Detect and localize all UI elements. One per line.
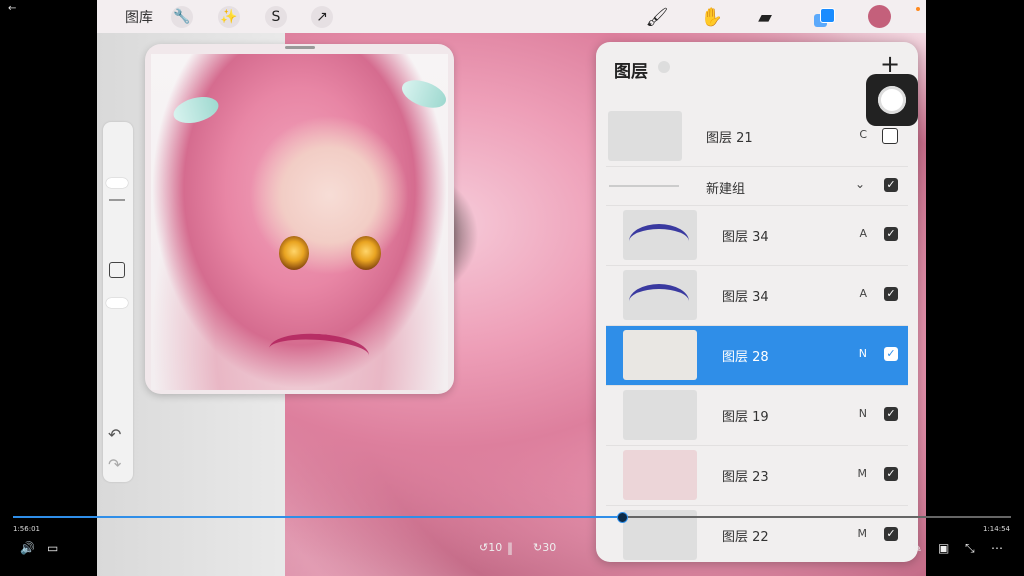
layer-name: 图层 21 — [706, 131, 753, 146]
layers-panel: 图层 + 图层 21 C 新建组 ⌄ ✓ 图层 34 A ✓ 图层 34 A ✓ — [596, 42, 918, 562]
layer-name: 图层 19 — [722, 410, 769, 425]
layer-name: 图层 34 — [722, 230, 769, 245]
forward-label: 30 — [542, 541, 557, 554]
move-icon[interactable]: ↗ — [311, 6, 333, 28]
layer-row[interactable]: 图层 19 N ✓ — [606, 386, 908, 446]
blend-mode[interactable]: A — [859, 227, 867, 240]
pause-button[interactable]: ‖ — [507, 541, 513, 555]
visibility-checkbox[interactable]: ✓ — [884, 347, 898, 361]
layer-row[interactable]: 图层 23 M ✓ — [606, 446, 908, 506]
gallery-button[interactable]: 图库 — [125, 6, 153, 28]
captions-icon[interactable]: ▭ — [47, 541, 58, 555]
layer-list: 图层 21 C 新建组 ⌄ ✓ 图层 34 A ✓ 图层 34 A ✓ 图层 2… — [606, 107, 908, 562]
blend-mode[interactable]: N — [859, 347, 867, 360]
layer-thumbnail — [623, 450, 697, 500]
recording-indicator — [916, 7, 920, 11]
exit-fullscreen-icon[interactable]: ⤡ — [965, 541, 975, 556]
layer-thumbnail — [623, 330, 697, 380]
layer-thumbnail — [608, 111, 682, 161]
selection-icon[interactable]: S — [265, 6, 287, 28]
group-name: 新建组 — [706, 182, 746, 197]
layers-icon[interactable] — [812, 6, 836, 28]
ribbon-bow — [267, 330, 371, 374]
eye — [279, 236, 309, 270]
redo-icon[interactable]: ↷ — [108, 455, 121, 474]
layer-row-selected[interactable]: 图层 28 N ✓ — [606, 326, 908, 386]
visibility-checkbox[interactable]: ✓ — [884, 467, 898, 481]
back-arrow-icon[interactable]: ← — [8, 3, 16, 14]
smudge-icon[interactable]: ✋ — [700, 6, 724, 28]
wing-ornament — [170, 92, 222, 128]
visibility-checkbox[interactable] — [882, 128, 898, 144]
wrench-icon[interactable]: 🔧 — [171, 6, 193, 28]
layer-thumbnail — [623, 270, 697, 320]
reference-image — [151, 54, 450, 390]
top-toolbar: 图库 🔧 ✨ S ↗ 🖌 ✋ ▰ — [97, 0, 926, 33]
brush-size-track[interactable] — [109, 199, 125, 201]
visibility-checkbox[interactable]: ✓ — [884, 287, 898, 301]
rewind-label: 10 — [488, 541, 503, 554]
layer-name: 图层 23 — [722, 470, 769, 485]
video-player-controls: 1:56:01 1:14:54 🔊 ▭ ↺10 ‖ ↻30 ✎ ▣ ⤡ ⋯ — [0, 505, 1024, 576]
magic-wand-icon[interactable]: ✨ — [218, 6, 240, 28]
volume-icon[interactable]: 🔊 — [20, 541, 35, 555]
chevron-down-icon[interactable]: ⌄ — [855, 177, 865, 191]
visibility-checkbox[interactable]: ✓ — [884, 178, 898, 192]
brush-icon[interactable]: 🖌 — [645, 6, 669, 28]
layer-row[interactable]: 图层 21 C — [606, 107, 908, 167]
layer-group-row[interactable]: 新建组 ⌄ ✓ — [606, 167, 908, 206]
visibility-checkbox[interactable]: ✓ — [884, 407, 898, 421]
layers-panel-title: 图层 — [614, 62, 648, 82]
undo-icon[interactable]: ↶ — [108, 425, 121, 444]
reference-window[interactable] — [145, 44, 454, 394]
brush-size-slider[interactable] — [106, 178, 128, 188]
info-icon — [658, 61, 670, 73]
forward-30-button[interactable]: ↻30 — [533, 541, 556, 554]
wing-ornament — [398, 74, 450, 114]
layer-thumbnail — [623, 390, 697, 440]
pencil-icon[interactable]: ✎ — [912, 541, 922, 555]
reference-drag-handle[interactable] — [285, 46, 315, 49]
layer-row[interactable]: 图层 34 A ✓ — [606, 206, 908, 266]
opacity-slider[interactable] — [106, 298, 128, 308]
seek-bar[interactable] — [13, 512, 1011, 523]
color-swatch-button[interactable] — [868, 5, 891, 28]
layer-row[interactable]: 图层 34 A ✓ — [606, 266, 908, 326]
remaining-time: 1:14:54 — [983, 525, 1010, 533]
group-thumbnail — [609, 185, 679, 187]
more-options-icon[interactable]: ⋯ — [991, 541, 1003, 555]
miniplayer-icon[interactable]: ▣ — [938, 541, 949, 555]
eraser-icon[interactable]: ▰ — [753, 6, 777, 28]
rewind-10-button[interactable]: ↺10 — [479, 541, 502, 554]
modify-button[interactable] — [109, 262, 125, 278]
left-sidebar: ↶ ↷ — [103, 122, 133, 482]
blend-mode[interactable]: C — [859, 128, 867, 141]
seek-bar-progress — [13, 516, 622, 518]
blend-mode[interactable]: A — [859, 287, 867, 300]
blend-mode[interactable]: N — [859, 407, 867, 420]
visibility-checkbox[interactable]: ✓ — [884, 227, 898, 241]
blend-mode[interactable]: M — [858, 467, 868, 480]
layer-name: 图层 34 — [722, 290, 769, 305]
layer-name: 图层 28 — [722, 350, 769, 365]
eye — [351, 236, 381, 270]
layer-thumbnail — [623, 210, 697, 260]
seek-bar-thumb[interactable] — [616, 512, 628, 523]
elapsed-time: 1:56:01 — [13, 525, 40, 533]
